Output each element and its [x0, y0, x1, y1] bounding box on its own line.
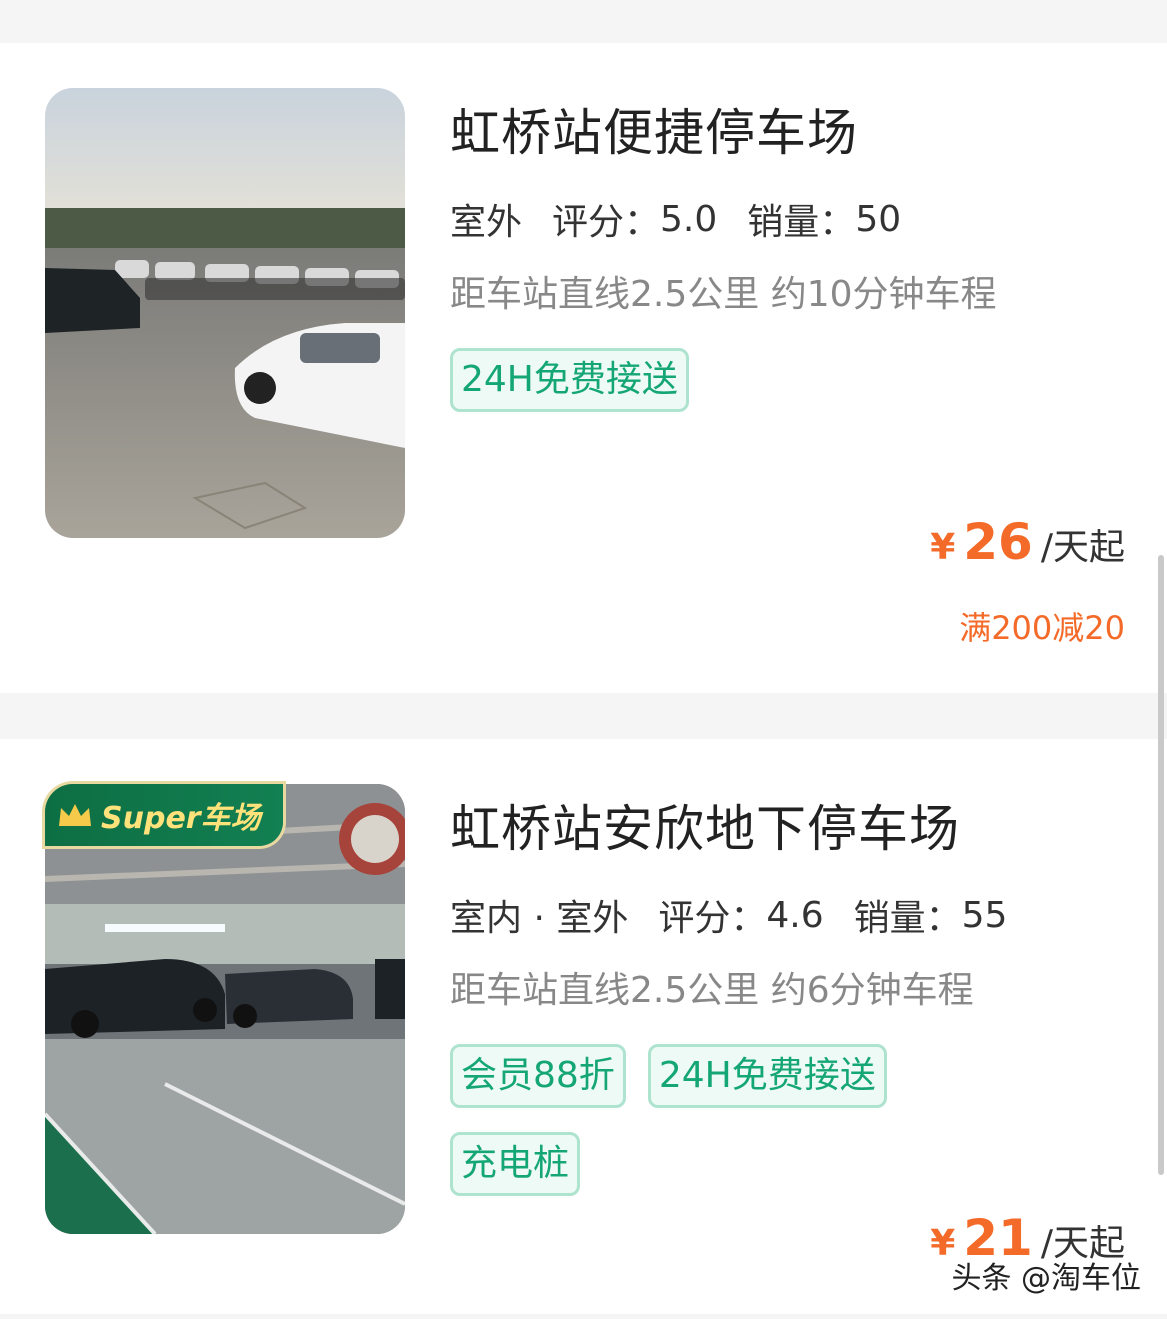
currency-symbol: ¥ — [930, 527, 956, 568]
location-type: 室外 — [450, 193, 523, 249]
parking-lot-photo[interactable] — [45, 784, 405, 1234]
feature-tag: 24H免费接送 — [450, 348, 689, 412]
rating-value: 5.0 — [660, 198, 718, 240]
sales-label: 销量： — [747, 202, 856, 243]
promo-text: 满200减20 — [959, 609, 1125, 647]
parking-listing-card[interactable]: Super车场 虹桥站安欣地下停车场 室内 · 室外 评分： 4.6 销量： 5… — [0, 739, 1167, 1314]
badge-label: Super车场 — [101, 801, 261, 836]
sales-label: 销量： — [853, 898, 962, 939]
listing-title[interactable]: 虹桥站便捷停车场 — [450, 93, 858, 165]
rating-label: 评分： — [552, 202, 661, 243]
super-lot-badge: Super车场 — [45, 784, 283, 846]
listing-title[interactable]: 虹桥站安欣地下停车场 — [450, 789, 960, 861]
feature-tags: 24H免费接送 — [450, 348, 1090, 436]
crown-icon — [59, 804, 91, 826]
watermark: 头条 @淘车位 — [951, 1261, 1141, 1296]
scrollbar[interactable] — [1158, 555, 1164, 1175]
parking-lot-photo[interactable] — [45, 88, 405, 538]
price-block: ¥ 26 /天起 — [930, 513, 1125, 571]
sales-value: 50 — [855, 198, 902, 240]
feature-tag: 24H免费接送 — [647, 1044, 887, 1108]
distance-info: 距车站直线2.5公里 约10分钟车程 — [450, 274, 997, 315]
feature-tags: 会员88折 24H免费接送 充电桩 — [450, 1044, 1090, 1220]
location-type: 室内 · 室外 — [450, 889, 629, 945]
listing-meta: 室外 评分： 5.0 销量： 50 — [450, 193, 931, 249]
parking-listing-card[interactable]: 虹桥站便捷停车场 室外 评分： 5.0 销量： 50 距车站直线2.5公里 约1… — [0, 43, 1167, 693]
listing-meta: 室内 · 室外 评分： 4.6 销量： 55 — [450, 889, 1037, 945]
distance-info: 距车站直线2.5公里 约6分钟车程 — [450, 970, 974, 1011]
price-unit: /天起 — [1040, 527, 1125, 568]
feature-tag: 会员88折 — [450, 1044, 626, 1108]
feature-tag: 充电桩 — [450, 1132, 581, 1196]
price-value: 26 — [963, 513, 1033, 571]
sales-value: 55 — [961, 894, 1008, 936]
rating-label: 评分： — [658, 898, 767, 939]
rating-value: 4.6 — [766, 894, 824, 936]
